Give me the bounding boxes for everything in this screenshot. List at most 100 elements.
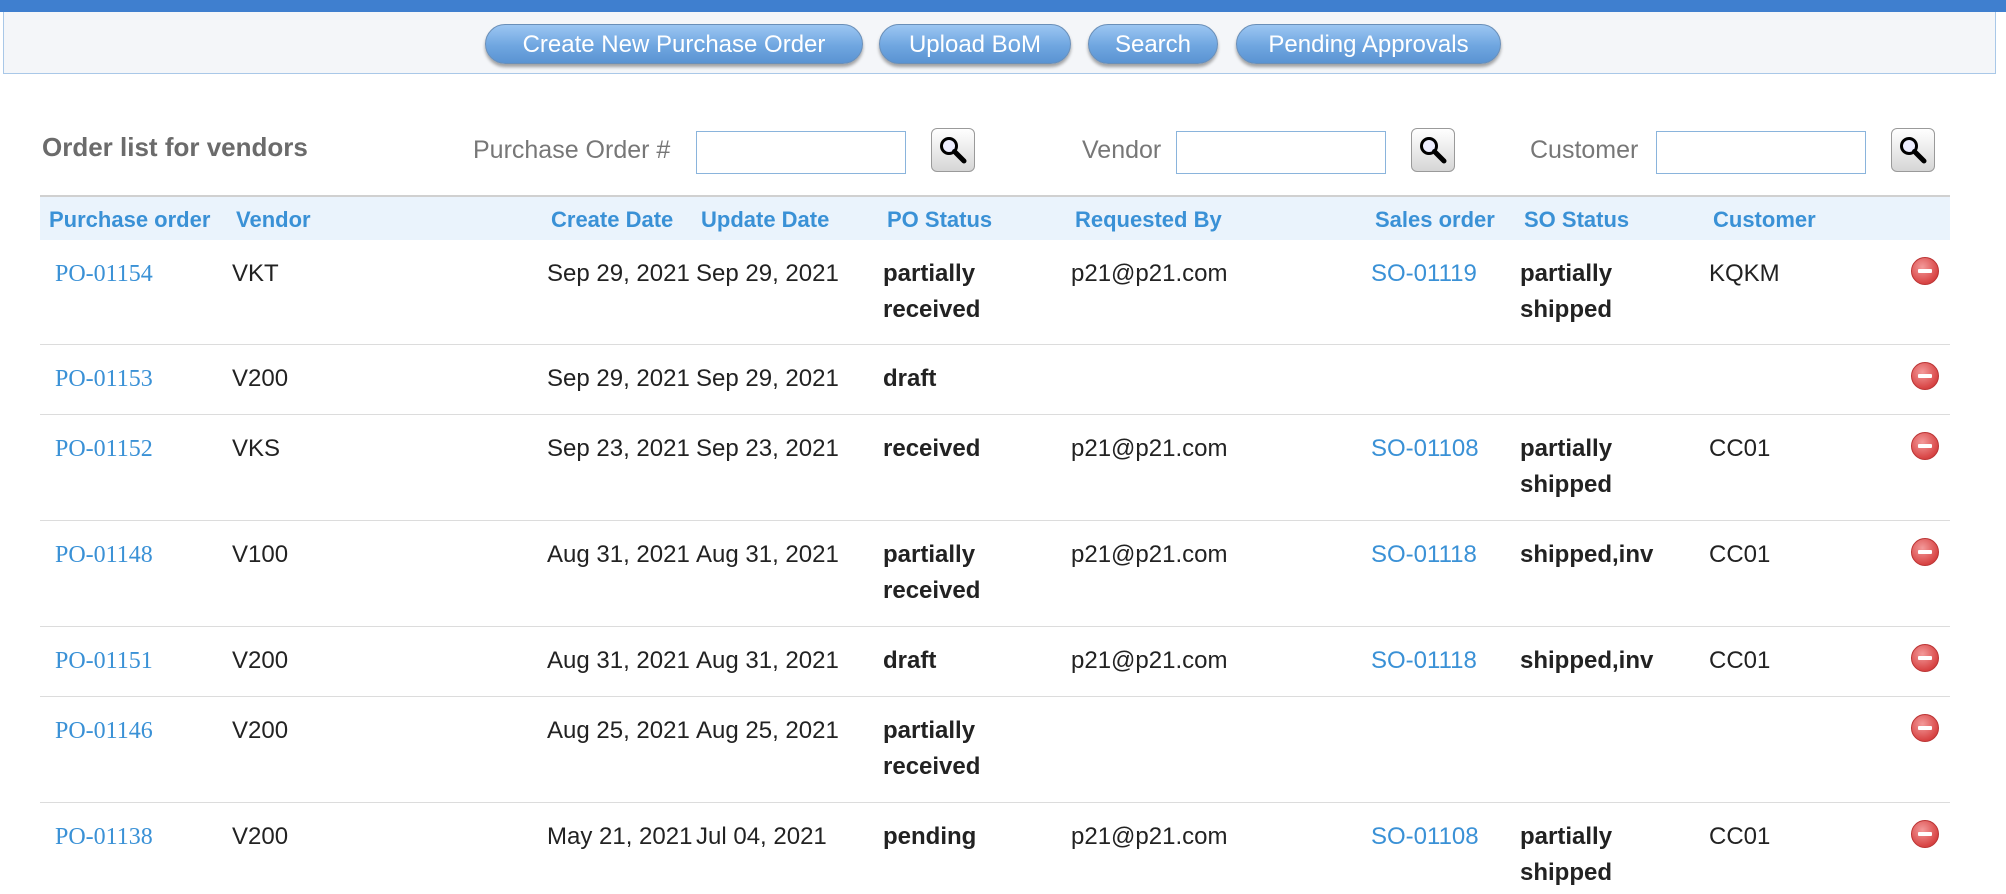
vendor-cell: VKS bbox=[232, 435, 281, 462]
header-update-date[interactable]: Update Date bbox=[701, 207, 829, 233]
upload-bom-button[interactable]: Upload BoM bbox=[879, 24, 1071, 64]
vendor-cell: V100 bbox=[232, 541, 289, 568]
po-status-cell: partially received bbox=[883, 537, 980, 609]
vendor-cell: VKT bbox=[232, 260, 279, 287]
header-so-status[interactable]: SO Status bbox=[1524, 207, 1629, 233]
remove-circle-icon[interactable] bbox=[1911, 362, 1939, 390]
po-status-cell: draft bbox=[883, 643, 936, 679]
remove-circle-icon[interactable] bbox=[1911, 644, 1939, 672]
table-row: PO-01146 V200 Aug 25, 2021 Aug 25, 2021 part… bbox=[40, 697, 1950, 803]
customer-cell: KQKM bbox=[1709, 260, 1780, 287]
po-link[interactable]: PO-01146 bbox=[55, 713, 153, 749]
po-status-line: partially bbox=[883, 541, 976, 568]
so-link[interactable]: SO-01108 bbox=[1371, 819, 1479, 855]
so-link[interactable]: SO-01119 bbox=[1371, 256, 1477, 292]
po-link[interactable]: PO-01138 bbox=[55, 819, 153, 855]
po-status-line: partially bbox=[883, 717, 976, 744]
vendor-filter-input[interactable] bbox=[1176, 131, 1386, 174]
po-status-line: received bbox=[883, 296, 981, 323]
table-row: PO-01138 V200 May 21, 2021 Jul 04, 2021 pend… bbox=[40, 803, 1950, 893]
so-status-line: partially bbox=[1520, 260, 1613, 287]
po-status-line: received bbox=[883, 577, 981, 604]
table-row: PO-01153 V200 Sep 29, 2021 Sep 29, 2021 draf… bbox=[40, 345, 1950, 415]
header-po-status[interactable]: PO Status bbox=[887, 207, 992, 233]
so-status-cell: shipped,inv bbox=[1520, 643, 1653, 679]
po-status-cell: partially received bbox=[883, 256, 980, 328]
so-status-line: shipped,inv bbox=[1520, 541, 1654, 568]
po-status-line: pending bbox=[883, 823, 977, 850]
po-link[interactable]: PO-01151 bbox=[55, 643, 153, 679]
table-row: PO-01152 VKS Sep 23, 2021 Sep 23, 2021 recei… bbox=[40, 415, 1950, 521]
create-date-cell: Aug 31, 2021 bbox=[547, 541, 690, 568]
update-date-cell: Sep 29, 2021 bbox=[696, 260, 839, 287]
header-customer[interactable]: Customer bbox=[1713, 207, 1816, 233]
so-status-line: shipped,inv bbox=[1520, 647, 1654, 674]
po-status-cell: received bbox=[883, 431, 980, 467]
so-status-line: shipped bbox=[1520, 296, 1613, 323]
vendor-cell: V200 bbox=[232, 823, 289, 850]
requested-by-cell: p21@p21.com bbox=[1071, 435, 1228, 462]
po-status-cell: draft bbox=[883, 361, 936, 397]
requested-by-cell: p21@p21.com bbox=[1071, 541, 1228, 568]
so-status-cell: partially shipped bbox=[1520, 431, 1612, 503]
remove-circle-icon[interactable] bbox=[1911, 820, 1939, 848]
po-link[interactable]: PO-01154 bbox=[55, 256, 153, 292]
po-link[interactable]: PO-01153 bbox=[55, 361, 153, 397]
update-date-cell: Sep 23, 2021 bbox=[696, 435, 839, 462]
pending-approvals-button[interactable]: Pending Approvals bbox=[1236, 24, 1501, 64]
table-row: PO-01151 V200 Aug 31, 2021 Aug 31, 2021 draf… bbox=[40, 627, 1950, 697]
customer-cell: CC01 bbox=[1709, 647, 1771, 674]
header-create-date[interactable]: Create Date bbox=[551, 207, 673, 233]
create-date-cell: Aug 25, 2021 bbox=[547, 717, 690, 744]
create-date-cell: Sep 29, 2021 bbox=[547, 365, 690, 392]
vendor-cell: V200 bbox=[232, 365, 289, 392]
remove-circle-icon[interactable] bbox=[1911, 538, 1939, 566]
requested-by-cell: p21@p21.com bbox=[1071, 823, 1228, 850]
remove-circle-icon[interactable] bbox=[1911, 432, 1939, 460]
header-purchase-order[interactable]: Purchase order bbox=[49, 207, 210, 233]
so-link[interactable]: SO-01118 bbox=[1371, 643, 1477, 679]
create-date-cell: May 21, 2021 bbox=[547, 823, 693, 850]
remove-circle-icon[interactable] bbox=[1911, 714, 1939, 742]
search-button[interactable]: Search bbox=[1088, 24, 1218, 64]
so-link[interactable]: SO-01118 bbox=[1371, 537, 1477, 573]
update-date-cell: Sep 29, 2021 bbox=[696, 365, 839, 392]
so-link[interactable]: SO-01108 bbox=[1371, 431, 1479, 467]
requested-by-cell: p21@p21.com bbox=[1071, 647, 1228, 674]
so-status-line: partially bbox=[1520, 435, 1613, 462]
so-status-line: partially bbox=[1520, 823, 1613, 850]
po-link[interactable]: PO-01152 bbox=[55, 431, 153, 467]
header-requested-by[interactable]: Requested By bbox=[1075, 207, 1222, 233]
po-status-cell: pending bbox=[883, 819, 976, 855]
po-number-label: Purchase Order # bbox=[473, 136, 671, 164]
vendor-cell: V200 bbox=[232, 717, 289, 744]
po-link[interactable]: PO-01148 bbox=[55, 537, 153, 573]
create-date-cell: Sep 29, 2021 bbox=[547, 260, 690, 287]
table-header: Purchase order Vendor Create Date Update… bbox=[40, 197, 1950, 240]
customer-cell: CC01 bbox=[1709, 435, 1771, 462]
table-row: PO-01154 VKT Sep 29, 2021 Sep 29, 2021 parti… bbox=[40, 240, 1950, 345]
so-status-line: shipped bbox=[1520, 859, 1613, 886]
create-purchase-order-button[interactable]: Create New Purchase Order bbox=[485, 24, 863, 64]
so-status-cell: partially shipped bbox=[1520, 256, 1612, 328]
customer-search-button[interactable] bbox=[1891, 128, 1935, 172]
po-status-line: received bbox=[883, 435, 981, 462]
remove-circle-icon[interactable] bbox=[1911, 257, 1939, 285]
magnifier-icon bbox=[940, 137, 967, 164]
create-date-cell: Sep 23, 2021 bbox=[547, 435, 690, 462]
customer-filter-label: Customer bbox=[1530, 136, 1639, 164]
header-vendor[interactable]: Vendor bbox=[236, 207, 311, 233]
page-title: Order list for vendors bbox=[42, 132, 308, 162]
header-sales-order[interactable]: Sales order bbox=[1375, 207, 1495, 233]
customer-filter-input[interactable] bbox=[1656, 131, 1866, 174]
po-number-input[interactable] bbox=[696, 131, 906, 174]
customer-cell: CC01 bbox=[1709, 823, 1771, 850]
so-status-cell: shipped,inv bbox=[1520, 537, 1653, 573]
magnifier-icon bbox=[1900, 137, 1927, 164]
vendor-search-button[interactable] bbox=[1411, 128, 1455, 172]
po-status-line: partially bbox=[883, 260, 976, 287]
create-date-cell: Aug 31, 2021 bbox=[547, 647, 690, 674]
po-search-button[interactable] bbox=[931, 128, 975, 172]
so-status-cell: partially shipped bbox=[1520, 819, 1612, 891]
table-row: PO-01148 V100 Aug 31, 2021 Aug 31, 2021 part… bbox=[40, 521, 1950, 627]
